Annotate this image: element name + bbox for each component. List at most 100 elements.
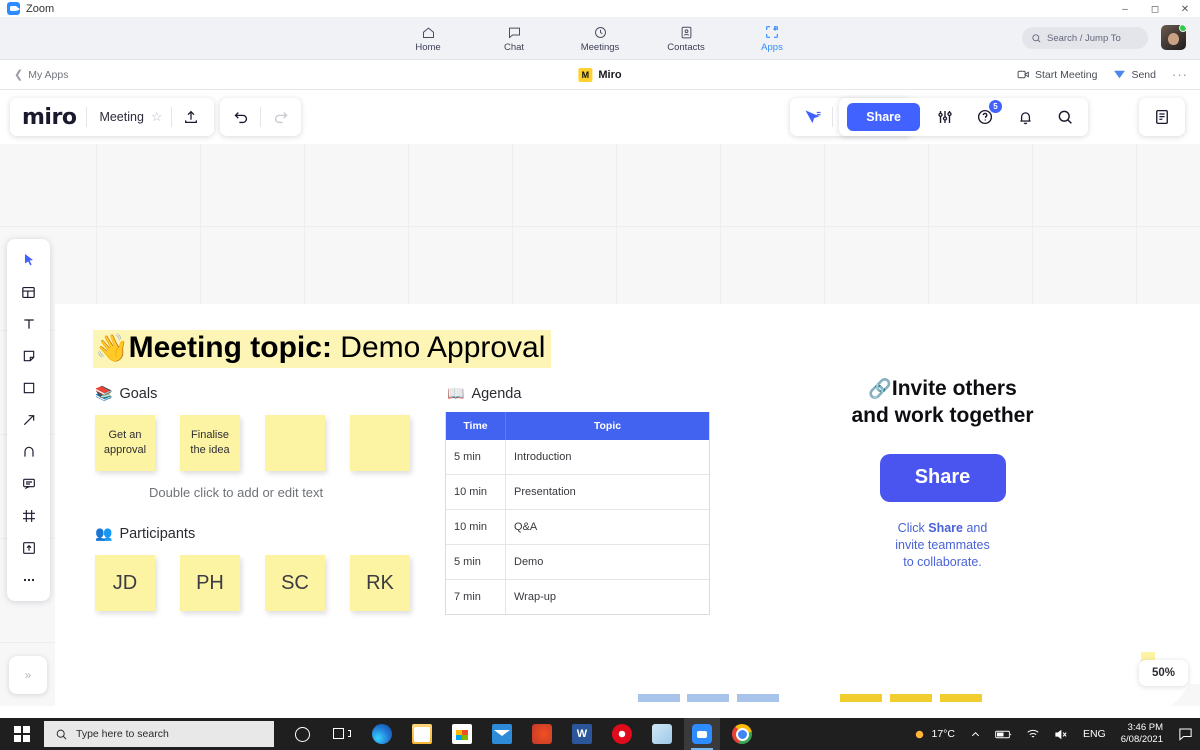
notes-panel-icon[interactable] — [1143, 98, 1181, 136]
taskbar-search-input[interactable]: Type here to search — [44, 721, 274, 747]
word-icon[interactable]: W — [564, 718, 600, 750]
zoom-search-input[interactable]: Search / Jump To — [1022, 27, 1148, 49]
chevron-up-icon[interactable] — [963, 718, 988, 750]
board-name-field[interactable]: Meeting — [87, 110, 150, 124]
nav-item-meetings[interactable]: Meetings — [573, 24, 627, 53]
windows-start-icon[interactable] — [0, 718, 44, 750]
video-camera-icon — [1017, 70, 1029, 79]
weather-widget[interactable]: 17°C — [904, 727, 963, 742]
file-explorer-icon[interactable] — [404, 718, 440, 750]
comment-tool[interactable] — [13, 469, 45, 499]
cursor-share-icon[interactable] — [794, 98, 832, 136]
table-row[interactable]: 7 min Wrap-up — [446, 580, 709, 614]
table-row[interactable]: 10 min Presentation — [446, 475, 709, 510]
miro-wordmark[interactable]: miro — [14, 105, 86, 130]
volume-muted-icon[interactable] — [1047, 718, 1076, 750]
sticky-note[interactable] — [350, 415, 410, 471]
office-icon[interactable] — [524, 718, 560, 750]
taskbar-app-icons: W — [284, 718, 760, 750]
sliders-icon[interactable] — [926, 98, 964, 136]
more-tools[interactable] — [13, 565, 45, 595]
participant-note[interactable]: JD — [95, 555, 155, 611]
send-button[interactable]: Send — [1113, 68, 1156, 81]
sticky-note[interactable] — [265, 415, 325, 471]
nav-item-chat[interactable]: Chat — [487, 24, 541, 53]
book-emoji-icon: 📖 — [447, 385, 465, 401]
chrome-icon[interactable] — [724, 718, 760, 750]
opera-icon[interactable] — [604, 718, 640, 750]
invite-sub-line3: to collaborate. — [903, 555, 982, 570]
search-icon[interactable] — [1046, 98, 1084, 136]
clock-widget[interactable]: 3:46 PM 6/08/2021 — [1113, 718, 1171, 750]
cortana-icon[interactable] — [284, 718, 320, 750]
miro-board-canvas[interactable]: 👋Meeting topic: Demo Approval 📚 Goals Ge… — [0, 144, 1200, 706]
collapse-panel-button[interactable]: » — [9, 656, 47, 694]
table-row[interactable]: 10 min Q&A — [446, 510, 709, 545]
agenda-cell-time: 10 min — [446, 510, 506, 544]
battery-icon[interactable] — [988, 718, 1019, 750]
meeting-topic-value: Demo Approval — [340, 331, 546, 364]
frame-tool[interactable] — [13, 501, 45, 531]
sticky-note[interactable]: Finalise the idea — [180, 415, 240, 471]
minimize-button[interactable]: – — [1110, 0, 1140, 18]
back-to-my-apps-button[interactable]: ❮ My Apps — [0, 68, 69, 82]
store-app-icon[interactable] — [644, 718, 680, 750]
help-button[interactable]: 5 — [966, 98, 1004, 136]
goals-notes-row: Get an approval Finalise the idea — [95, 415, 410, 471]
window-title: Zoom — [26, 2, 55, 15]
zoom-miro-app-window: Zoom – ◻ ✕ Home Chat Meetings Contacts A… — [0, 0, 1200, 750]
participants-section-heading: 👥 Participants — [95, 525, 195, 542]
participant-note[interactable]: PH — [180, 555, 240, 611]
invite-title-line1: Invite others — [891, 377, 1017, 400]
invite-share-button[interactable]: Share — [879, 453, 1006, 502]
start-meeting-button[interactable]: Start Meeting — [1017, 69, 1097, 81]
pen-tool[interactable] — [13, 437, 45, 467]
edge-icon[interactable] — [364, 718, 400, 750]
zoom-window-titlebar: Zoom – ◻ ✕ — [0, 0, 1200, 18]
templates-tool[interactable] — [13, 277, 45, 307]
bell-icon[interactable] — [1006, 98, 1044, 136]
agenda-col-time: Time — [446, 412, 506, 440]
close-button[interactable]: ✕ — [1170, 0, 1200, 18]
language-indicator[interactable]: ENG — [1076, 718, 1113, 750]
text-tool[interactable] — [13, 309, 45, 339]
cursor-tool[interactable] — [13, 245, 45, 275]
zoom-icon[interactable] — [684, 718, 720, 750]
sticky-note[interactable]: Get an approval — [95, 415, 155, 471]
shapes-tool[interactable] — [13, 373, 45, 403]
participant-note[interactable]: SC — [265, 555, 325, 611]
action-center-icon[interactable] — [1171, 718, 1200, 750]
meeting-topic-heading[interactable]: 👋Meeting topic: Demo Approval — [93, 330, 552, 368]
nav-item-contacts[interactable]: Contacts — [659, 24, 713, 53]
upload-tool[interactable] — [13, 533, 45, 563]
redo-icon[interactable] — [261, 98, 299, 136]
table-row[interactable]: 5 min Demo — [446, 545, 709, 580]
wifi-icon[interactable] — [1019, 718, 1047, 750]
board-identity-group: miro Meeting ☆ — [10, 98, 214, 136]
upload-icon[interactable] — [172, 98, 210, 136]
maximize-button[interactable]: ◻ — [1140, 0, 1170, 18]
table-row[interactable]: 5 min Introduction — [446, 440, 709, 475]
agenda-section-heading: 📖 Agenda — [447, 385, 521, 402]
task-view-icon[interactable] — [324, 718, 360, 750]
nav-item-apps[interactable]: Apps — [745, 24, 799, 53]
nav-item-home[interactable]: Home — [401, 24, 455, 53]
nav-label-meetings: Meetings — [580, 42, 620, 53]
zoom-level-button[interactable]: 50% — [1138, 660, 1188, 686]
microsoft-store-icon[interactable] — [444, 718, 480, 750]
meeting-topic-text: 👋Meeting topic: Demo Approval — [93, 330, 552, 368]
star-icon[interactable]: ☆ — [151, 109, 171, 125]
mail-icon[interactable] — [484, 718, 520, 750]
agenda-cell-time: 10 min — [446, 475, 506, 509]
participant-note[interactable]: RK — [350, 555, 410, 611]
more-options-button[interactable]: ··· — [1172, 67, 1188, 82]
windows-taskbar: Type here to search W 17°C ENG 3:46 PM 6… — [0, 718, 1200, 750]
agenda-table[interactable]: Time Topic 5 min Introduction 10 min Pre… — [445, 412, 710, 615]
nav-label-apps: Apps — [761, 42, 783, 53]
share-button[interactable]: Share — [847, 103, 920, 131]
user-profile-avatar[interactable] — [1161, 25, 1186, 50]
undo-icon[interactable] — [222, 98, 260, 136]
sticky-note-tool[interactable] — [13, 341, 45, 371]
arrow-tool[interactable] — [13, 405, 45, 435]
miro-tool-rail — [7, 239, 50, 601]
